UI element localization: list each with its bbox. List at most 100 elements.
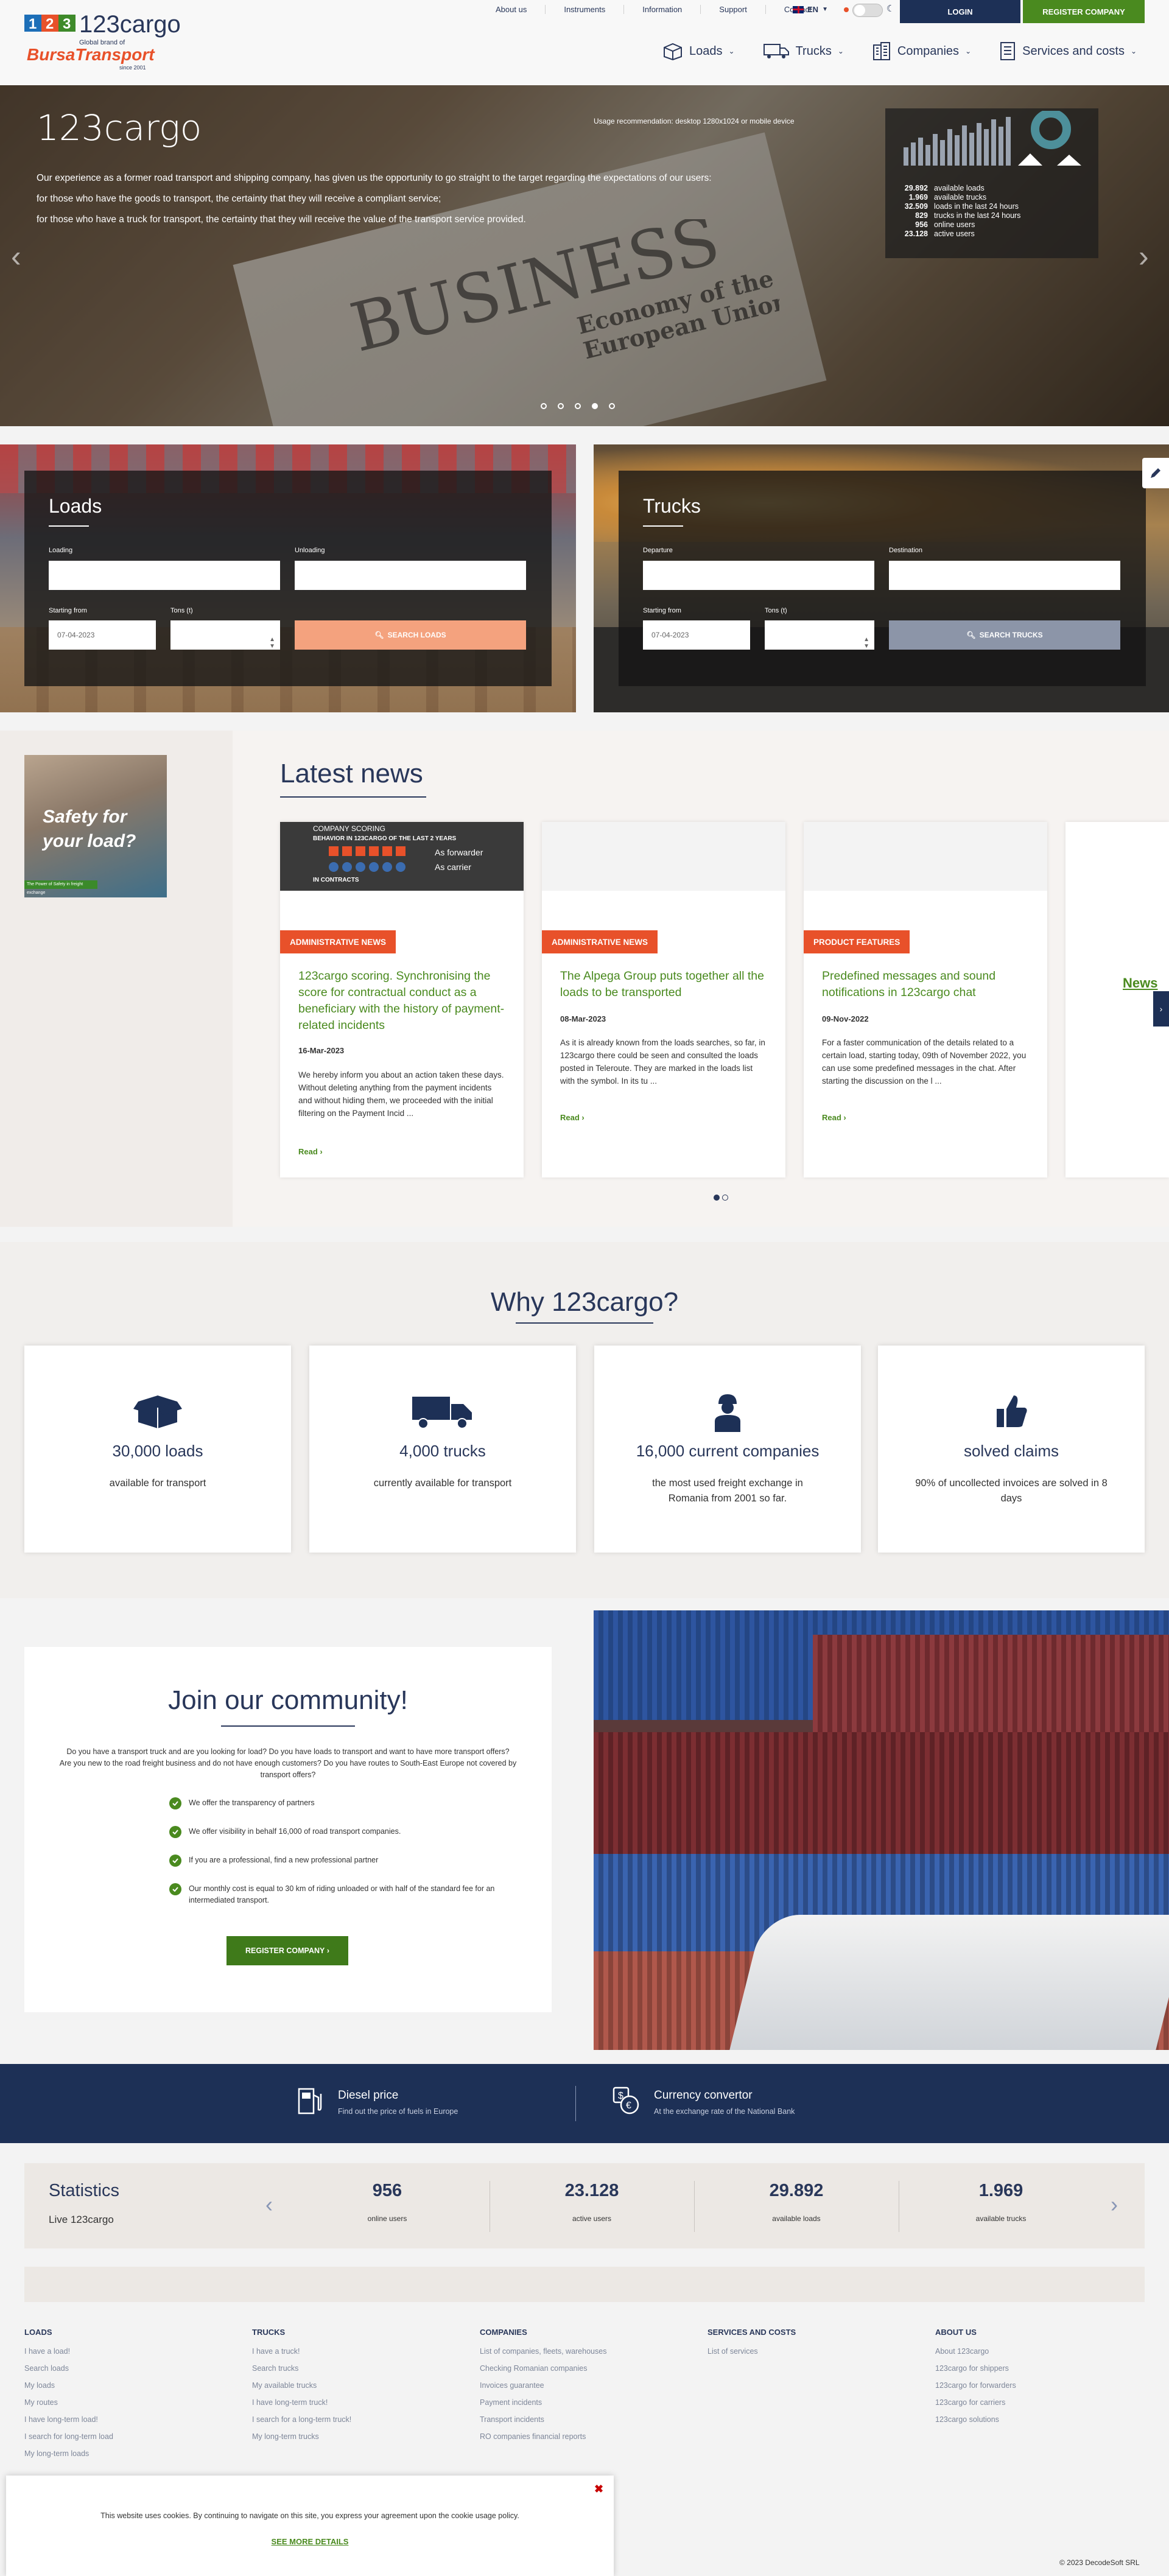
language-select[interactable]: EN ▼ [793,5,828,14]
search-trucks-button[interactable]: 🔍︎ SEARCH TRUCKS [889,620,1120,650]
footer-link[interactable]: 123cargo solutions [935,2411,1016,2428]
why-big: solved claims [963,1442,1059,1460]
footer-link[interactable]: Search loads [24,2360,113,2377]
search-loads-button[interactable]: 🔍︎ SEARCH LOADS [295,620,526,650]
news-title-link[interactable]: Predefined messages and sound notificati… [822,968,1029,1001]
slider-dot[interactable] [609,403,615,409]
img-carrier: As carrier [435,862,471,872]
footer-link[interactable]: My routes [24,2394,113,2411]
footer-link[interactable]: 123cargo for forwarders [935,2377,1016,2394]
nav-about[interactable]: About us [477,5,545,14]
footer-link[interactable]: List of services [707,2343,796,2360]
news-dot[interactable] [722,1195,728,1201]
footer-link[interactable]: I have a truck! [252,2343,351,2360]
why-small: the most used freight exchange in Romani… [652,1478,803,1504]
slider-dot[interactable] [592,403,598,409]
close-icon[interactable]: ✖ [594,2483,603,2496]
hero-stat-number: 29.892 [904,184,928,192]
promo-title: Safety for your load? [43,807,136,851]
loading-input[interactable] [49,561,280,590]
hero-next-arrow[interactable]: › [1139,239,1149,274]
promo-banner[interactable]: Safety for your load? The Power of Safet… [24,755,167,897]
nav-loads-label: Loads [689,44,723,58]
unloading-label: Unloading [295,547,325,554]
img-sub: BEHAVIOR IN 123CARGO OF THE LAST 2 YEARS [313,835,457,842]
slider-dot[interactable] [558,403,564,409]
stats-next-arrow[interactable]: › [1111,2192,1118,2217]
start-date-input[interactable]: 07-04-2023 [49,620,156,650]
hero-stat-row: 23.128 active users [885,230,1098,239]
stat-item: 1.969 available trucks [975,2181,1027,2223]
footer-link[interactable]: My long-term loads [24,2445,113,2462]
nav-information[interactable]: Information [623,5,700,14]
footer-link[interactable]: I have long-term truck! [252,2394,351,2411]
footer-link[interactable]: Transport incidents [480,2411,606,2428]
chart-graphic [904,111,1081,166]
footer-column: TRUCKS I have a truck! Search trucks My ava… [252,2328,351,2445]
stats-prev-arrow[interactable]: ‹ [265,2192,273,2217]
slider-dot[interactable] [575,403,581,409]
tool-title: Diesel price [338,2089,399,2102]
hero-stat-label: active users [934,230,975,238]
nav-companies[interactable]: Companies ⌄ [872,41,971,61]
footer-link[interactable]: I search for long-term load [24,2428,113,2445]
footer-link[interactable]: My loads [24,2377,113,2394]
footer-link[interactable]: I have a load! [24,2343,113,2360]
hero-stat-number: 23.128 [904,230,928,238]
currency-convertor-tool[interactable]: $ € Currency convertor At the exchange rat… [611,2085,795,2116]
footer-link[interactable]: 123cargo for shippers [935,2360,1016,2377]
slider-dot[interactable] [541,403,547,409]
news-title-link[interactable]: 123cargo scoring. Synchronising the scor… [298,968,505,1034]
footer-link[interactable]: 123cargo for carriers [935,2394,1016,2411]
read-more-link[interactable]: Read › [298,1147,323,1156]
read-more-link[interactable]: Read › [822,1113,846,1122]
start-date-input[interactable]: 07-04-2023 [643,620,750,650]
footer-link[interactable]: I search for a long-term truck! [252,2411,351,2428]
hero-line: for those who have the goods to transpor… [37,194,441,204]
nav-trucks[interactable]: Trucks ⌄ [763,43,844,60]
diesel-price-tool[interactable]: Diesel price Find out the price of fuels … [295,2085,458,2116]
news-title: Latest news [280,759,423,788]
read-more-link[interactable]: Read › [560,1113,584,1122]
login-button[interactable]: LOGIN [900,0,1020,23]
footer-link[interactable]: My long-term trucks [252,2428,351,2445]
footer-link[interactable]: I have long-term load! [24,2411,113,2428]
footer-column: COMPANIES List of companies, fleets, ware… [480,2328,606,2445]
nav-loads[interactable]: Loads ⌄ [662,42,735,60]
register-company-button[interactable]: REGISTER COMPANY [1023,0,1145,23]
footer-link[interactable]: Payment incidents [480,2394,606,2411]
light-mode-dot [844,7,849,12]
nav-support[interactable]: Support [700,5,765,14]
benefit-item: We offer visibility in behalf 16,000 of … [169,1826,522,1838]
footer-link[interactable]: RO companies financial reports [480,2428,606,2445]
news-card[interactable]: PRODUCT FEATURES Predefined messages and… [804,822,1047,1177]
hero-prev-arrow[interactable]: ‹ [11,239,21,274]
nav-services[interactable]: Services and costs ⌄ [999,41,1137,61]
destination-input[interactable] [889,561,1120,590]
svg-text:2: 2 [46,16,54,32]
footer-link[interactable]: List of companies, fleets, warehouses [480,2343,606,2360]
footer-link[interactable]: About 123cargo [935,2343,1016,2360]
tons-stepper[interactable]: ▲ ▼ [170,620,280,650]
footer-link[interactable]: Checking Romanian companies [480,2360,606,2377]
footer-link[interactable]: Search trucks [252,2360,351,2377]
footer-link[interactable]: Invoices guarantee [480,2377,606,2394]
nav-instruments[interactable]: Instruments [545,5,623,14]
register-company-button[interactable]: REGISTER COMPANY › [226,1936,348,1965]
edit-button[interactable] [1142,458,1169,488]
unloading-input[interactable] [295,561,526,590]
cookie-details-link[interactable]: SEE MORE DETAILS [6,2537,614,2546]
news-next-arrow[interactable]: › [1153,991,1169,1027]
hero-text: Our experience as a former road transpor… [37,168,828,230]
containers-image [594,1610,1169,2050]
news-title-link[interactable]: The Alpega Group puts together all the l… [560,968,767,1001]
departure-input[interactable] [643,561,874,590]
pencil-icon [1151,468,1160,478]
usage-recommendation: Usage recommendation: desktop 1280x1024 … [594,117,795,125]
news-card[interactable]: COMPANY SCORING BEHAVIOR IN 123CARGO OF … [280,822,524,1177]
footer-link[interactable]: My available trucks [252,2377,351,2394]
tons-stepper[interactable]: ▲ ▼ [765,620,874,650]
news-dot[interactable] [714,1195,720,1201]
theme-toggle[interactable] [852,4,883,17]
news-card[interactable]: ADMINISTRATIVE NEWS The Alpega Group put… [542,822,785,1177]
